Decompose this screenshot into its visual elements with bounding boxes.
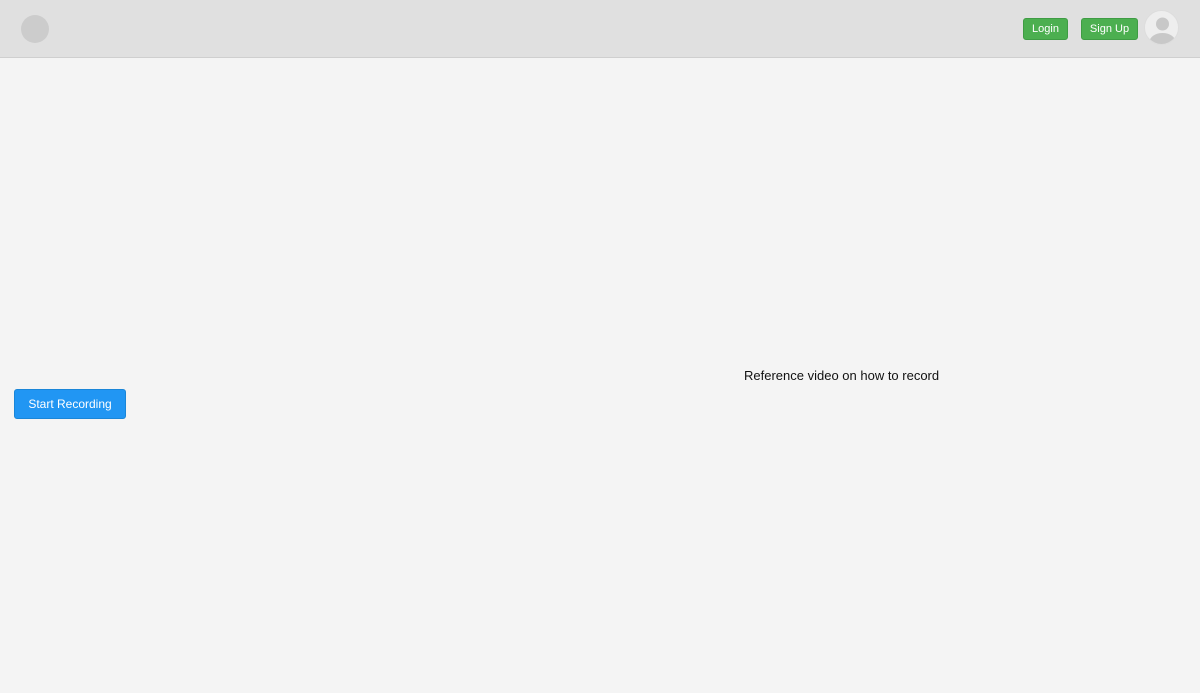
reference-video-label: Reference video on how to record	[744, 368, 940, 383]
avatar-silhouette-icon	[1149, 17, 1176, 44]
start-recording-button[interactable]: Start Recording	[14, 389, 126, 419]
logo-icon[interactable]	[21, 15, 49, 43]
signup-button[interactable]: Sign Up	[1081, 18, 1138, 40]
login-button[interactable]: Login	[1023, 18, 1068, 40]
page: Login Sign Up Reference video on how to …	[0, 0, 1200, 693]
user-avatar-icon[interactable]	[1144, 10, 1179, 45]
top-header: Login Sign Up	[0, 0, 1200, 58]
